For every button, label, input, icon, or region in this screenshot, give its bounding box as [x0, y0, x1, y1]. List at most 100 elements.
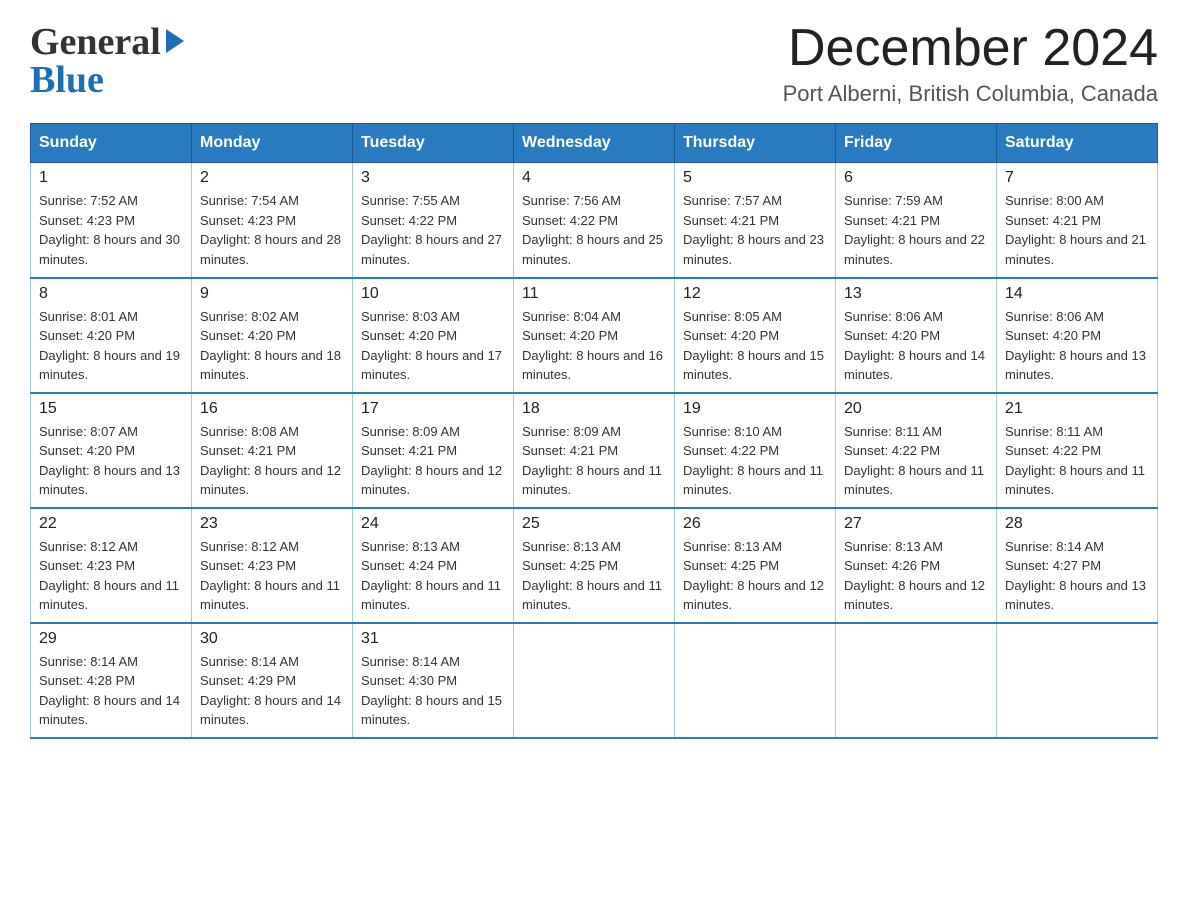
sunset-label: Sunset: 4:22 PM: [844, 443, 940, 458]
calendar-cell: 11 Sunrise: 8:04 AM Sunset: 4:20 PM Dayl…: [514, 278, 675, 393]
sunset-label: Sunset: 4:21 PM: [522, 443, 618, 458]
day-number: 13: [844, 285, 988, 303]
weekday-header-tuesday: Tuesday: [353, 124, 514, 163]
sunset-label: Sunset: 4:22 PM: [683, 443, 779, 458]
daylight-label: Daylight: 8 hours and 11 minutes.: [522, 578, 662, 613]
day-number: 9: [200, 285, 344, 303]
sunset-label: Sunset: 4:20 PM: [1005, 328, 1101, 343]
day-info: Sunrise: 8:05 AM Sunset: 4:20 PM Dayligh…: [683, 307, 827, 385]
sunrise-label: Sunrise: 8:09 AM: [522, 424, 621, 439]
logo: General Blue: [30, 20, 184, 102]
calendar-cell: 2 Sunrise: 7:54 AM Sunset: 4:23 PM Dayli…: [192, 163, 353, 278]
day-number: 25: [522, 515, 666, 533]
calendar-cell: 25 Sunrise: 8:13 AM Sunset: 4:25 PM Dayl…: [514, 508, 675, 623]
day-info: Sunrise: 8:13 AM Sunset: 4:26 PM Dayligh…: [844, 537, 988, 615]
calendar-cell: [836, 623, 997, 738]
sunset-label: Sunset: 4:24 PM: [361, 558, 457, 573]
daylight-label: Daylight: 8 hours and 19 minutes.: [39, 348, 180, 383]
day-number: 4: [522, 169, 666, 187]
daylight-label: Daylight: 8 hours and 11 minutes.: [522, 463, 662, 498]
sunrise-label: Sunrise: 8:12 AM: [39, 539, 138, 554]
day-info: Sunrise: 8:09 AM Sunset: 4:21 PM Dayligh…: [522, 422, 666, 500]
sunrise-label: Sunrise: 8:01 AM: [39, 309, 138, 324]
day-info: Sunrise: 8:12 AM Sunset: 4:23 PM Dayligh…: [200, 537, 344, 615]
day-info: Sunrise: 8:09 AM Sunset: 4:21 PM Dayligh…: [361, 422, 505, 500]
day-number: 31: [361, 630, 505, 648]
daylight-label: Daylight: 8 hours and 12 minutes.: [361, 463, 502, 498]
day-number: 10: [361, 285, 505, 303]
day-info: Sunrise: 8:13 AM Sunset: 4:25 PM Dayligh…: [683, 537, 827, 615]
calendar-week-row: 1 Sunrise: 7:52 AM Sunset: 4:23 PM Dayli…: [31, 163, 1158, 278]
calendar-cell: 21 Sunrise: 8:11 AM Sunset: 4:22 PM Dayl…: [997, 393, 1158, 508]
day-number: 21: [1005, 400, 1149, 418]
sunrise-label: Sunrise: 8:11 AM: [1005, 424, 1103, 439]
day-info: Sunrise: 8:04 AM Sunset: 4:20 PM Dayligh…: [522, 307, 666, 385]
day-number: 1: [39, 169, 183, 187]
daylight-label: Daylight: 8 hours and 22 minutes.: [844, 232, 985, 267]
day-number: 28: [1005, 515, 1149, 533]
calendar-cell: 26 Sunrise: 8:13 AM Sunset: 4:25 PM Dayl…: [675, 508, 836, 623]
day-info: Sunrise: 8:03 AM Sunset: 4:20 PM Dayligh…: [361, 307, 505, 385]
calendar-cell: 31 Sunrise: 8:14 AM Sunset: 4:30 PM Dayl…: [353, 623, 514, 738]
sunset-label: Sunset: 4:25 PM: [683, 558, 779, 573]
calendar-cell: 20 Sunrise: 8:11 AM Sunset: 4:22 PM Dayl…: [836, 393, 997, 508]
daylight-label: Daylight: 8 hours and 27 minutes.: [361, 232, 502, 267]
daylight-label: Daylight: 8 hours and 11 minutes.: [200, 578, 340, 613]
day-info: Sunrise: 7:56 AM Sunset: 4:22 PM Dayligh…: [522, 191, 666, 269]
sunset-label: Sunset: 4:20 PM: [200, 328, 296, 343]
daylight-label: Daylight: 8 hours and 12 minutes.: [200, 463, 341, 498]
calendar-cell: 10 Sunrise: 8:03 AM Sunset: 4:20 PM Dayl…: [353, 278, 514, 393]
day-number: 26: [683, 515, 827, 533]
day-info: Sunrise: 8:11 AM Sunset: 4:22 PM Dayligh…: [1005, 422, 1149, 500]
day-number: 11: [522, 285, 666, 303]
sunrise-label: Sunrise: 8:14 AM: [361, 654, 460, 669]
calendar-cell: 1 Sunrise: 7:52 AM Sunset: 4:23 PM Dayli…: [31, 163, 192, 278]
sunset-label: Sunset: 4:22 PM: [361, 213, 457, 228]
daylight-label: Daylight: 8 hours and 12 minutes.: [844, 578, 985, 613]
sunrise-label: Sunrise: 8:13 AM: [361, 539, 460, 554]
calendar-cell: 19 Sunrise: 8:10 AM Sunset: 4:22 PM Dayl…: [675, 393, 836, 508]
sunset-label: Sunset: 4:21 PM: [844, 213, 940, 228]
weekday-header-friday: Friday: [836, 124, 997, 163]
day-number: 6: [844, 169, 988, 187]
sunrise-label: Sunrise: 8:08 AM: [200, 424, 299, 439]
daylight-label: Daylight: 8 hours and 16 minutes.: [522, 348, 663, 383]
calendar-cell: 24 Sunrise: 8:13 AM Sunset: 4:24 PM Dayl…: [353, 508, 514, 623]
sunset-label: Sunset: 4:27 PM: [1005, 558, 1101, 573]
day-number: 14: [1005, 285, 1149, 303]
sunrise-label: Sunrise: 7:57 AM: [683, 193, 782, 208]
day-info: Sunrise: 8:13 AM Sunset: 4:24 PM Dayligh…: [361, 537, 505, 615]
day-number: 27: [844, 515, 988, 533]
sunset-label: Sunset: 4:29 PM: [200, 673, 296, 688]
daylight-label: Daylight: 8 hours and 13 minutes.: [1005, 578, 1146, 613]
weekday-header-saturday: Saturday: [997, 124, 1158, 163]
calendar-cell: 30 Sunrise: 8:14 AM Sunset: 4:29 PM Dayl…: [192, 623, 353, 738]
daylight-label: Daylight: 8 hours and 14 minutes.: [844, 348, 985, 383]
day-number: 7: [1005, 169, 1149, 187]
sunrise-label: Sunrise: 8:02 AM: [200, 309, 299, 324]
location-title: Port Alberni, British Columbia, Canada: [783, 81, 1158, 107]
sunset-label: Sunset: 4:23 PM: [39, 558, 135, 573]
daylight-label: Daylight: 8 hours and 21 minutes.: [1005, 232, 1146, 267]
sunset-label: Sunset: 4:20 PM: [361, 328, 457, 343]
calendar-cell: 13 Sunrise: 8:06 AM Sunset: 4:20 PM Dayl…: [836, 278, 997, 393]
day-info: Sunrise: 8:01 AM Sunset: 4:20 PM Dayligh…: [39, 307, 183, 385]
sunset-label: Sunset: 4:21 PM: [200, 443, 296, 458]
day-info: Sunrise: 8:12 AM Sunset: 4:23 PM Dayligh…: [39, 537, 183, 615]
sunrise-label: Sunrise: 7:56 AM: [522, 193, 621, 208]
weekday-header-monday: Monday: [192, 124, 353, 163]
sunrise-label: Sunrise: 8:14 AM: [39, 654, 138, 669]
calendar-cell: 7 Sunrise: 8:00 AM Sunset: 4:21 PM Dayli…: [997, 163, 1158, 278]
sunset-label: Sunset: 4:23 PM: [39, 213, 135, 228]
day-info: Sunrise: 7:57 AM Sunset: 4:21 PM Dayligh…: [683, 191, 827, 269]
calendar-week-row: 29 Sunrise: 8:14 AM Sunset: 4:28 PM Dayl…: [31, 623, 1158, 738]
sunset-label: Sunset: 4:21 PM: [683, 213, 779, 228]
sunrise-label: Sunrise: 8:10 AM: [683, 424, 782, 439]
weekday-header-thursday: Thursday: [675, 124, 836, 163]
daylight-label: Daylight: 8 hours and 12 minutes.: [683, 578, 824, 613]
daylight-label: Daylight: 8 hours and 11 minutes.: [361, 578, 501, 613]
calendar-week-row: 22 Sunrise: 8:12 AM Sunset: 4:23 PM Dayl…: [31, 508, 1158, 623]
day-number: 18: [522, 400, 666, 418]
sunrise-label: Sunrise: 8:11 AM: [844, 424, 942, 439]
sunrise-label: Sunrise: 8:13 AM: [844, 539, 943, 554]
